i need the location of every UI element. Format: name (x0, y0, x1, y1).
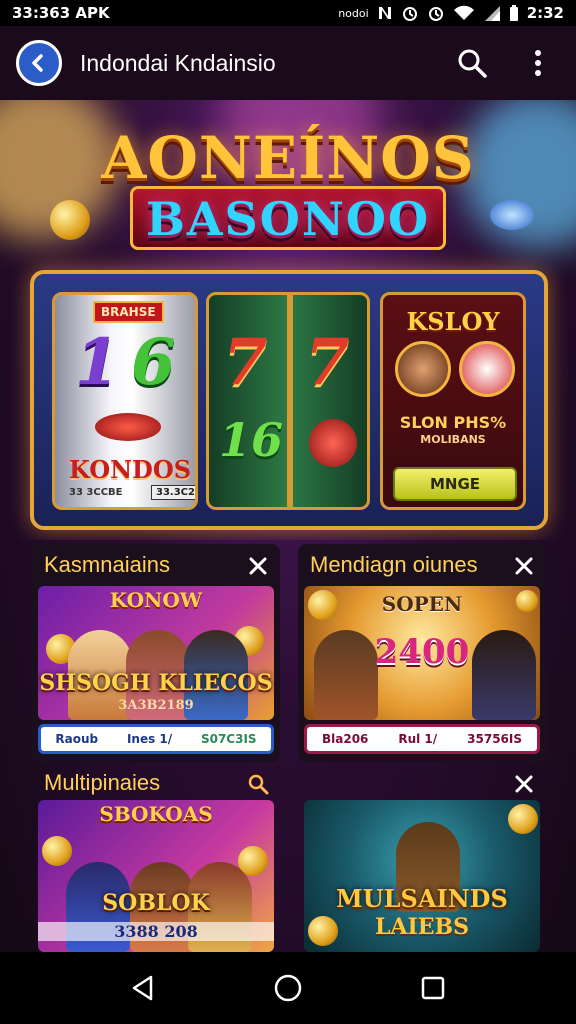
card-footer: Bla206 Rul 1/ 35756IS (304, 724, 540, 754)
close-button[interactable] (246, 554, 270, 578)
nav-home-icon (274, 974, 302, 1002)
nav-back-button[interactable] (119, 964, 167, 1012)
more-options-button[interactable] (516, 41, 560, 85)
reel-symbol: 7 (223, 325, 268, 400)
battery-icon (509, 4, 519, 22)
carrier-label: nodoi (338, 6, 369, 20)
status-icons: nodoi 2:32 (338, 4, 564, 22)
screen: 33:363 APK nodoi 2:32 Indondai Kndainsio… (0, 0, 576, 1024)
slot-machine: BRAHSE 1 6 KONDOS 33 3CCBE 33.3C2 7 7 16… (30, 270, 548, 530)
promo-top: SOPEN (381, 592, 463, 616)
back-button[interactable] (16, 40, 62, 86)
footer-item: Ines 1/ (126, 732, 173, 746)
status-left-text: 33:363 APK (12, 4, 110, 22)
game-thumbnail[interactable]: SBOKOAS SOBLOK 3388 208 (38, 800, 274, 952)
close-icon (515, 775, 533, 793)
search-icon (248, 774, 269, 795)
search-icon (458, 49, 487, 78)
nfc-icon (377, 5, 393, 21)
reel-label: BRAHSE (93, 301, 164, 323)
logo-line-1: AONEÍNOS (101, 124, 475, 192)
wifi-icon (453, 5, 475, 21)
nav-recents-icon (422, 976, 445, 1000)
bonus-title: KSLOY (406, 307, 500, 336)
close-icon (249, 557, 267, 575)
status-bar: 33:363 APK nodoi 2:32 (0, 0, 576, 26)
back-arrow-icon (32, 54, 43, 72)
reel-3-bonus: KSLOY SLON PHS% MOLIBANS MNGE (380, 292, 526, 510)
close-button[interactable] (512, 772, 536, 796)
footer-item: Rul 1/ (398, 732, 438, 746)
close-icon (515, 557, 533, 575)
hero-banner[interactable]: AONEÍNOS BASONOO BRAHSE 1 6 KONDOS 33 3C… (0, 100, 576, 540)
game-card-4[interactable]: MULSAINDS LAIEBS (298, 762, 546, 952)
system-nav-bar (0, 952, 576, 1024)
card-title: Kasmnaiains (44, 552, 170, 577)
search-button[interactable] (246, 772, 270, 796)
promo-sub: 3388 208 (38, 922, 274, 941)
game-thumbnail[interactable]: MULSAINDS LAIEBS (304, 800, 540, 952)
promo-main: MULSAINDS (336, 884, 508, 913)
nav-recents-button[interactable] (409, 964, 457, 1012)
reel-small-badge: 33.3C2 (151, 485, 195, 500)
footer-item: 35756IS (467, 732, 522, 746)
promo-top: SBOKOAS (99, 802, 213, 826)
nav-home-button[interactable] (264, 964, 312, 1012)
promo-sub: 3A3B2189 (118, 698, 194, 713)
reel-1: BRAHSE 1 6 KONDOS 33 3CCBE 33.3C2 (52, 292, 198, 510)
game-card-2[interactable]: Mendiagn oiunes SOPEN 2400 Bla206 Rul 1/… (298, 544, 546, 762)
promo-sub: LAIEBS (374, 914, 470, 940)
footer-item: Raoub (55, 732, 99, 746)
card-title: Multipinaies (44, 770, 161, 795)
fruit-symbol (309, 419, 357, 467)
game-card-3[interactable]: Multipinaies SBOKOAS SOBLOK 3388 208 (32, 762, 280, 952)
promo-main: 2400 (374, 632, 470, 672)
reel-small-text: 33 3CCBE (69, 487, 123, 498)
logo-line-2: BASONOO (145, 192, 431, 246)
reel-symbol: 6 (131, 325, 176, 400)
more-vert-icon (535, 50, 541, 76)
page-title: Indondai Kndainsio (80, 49, 276, 76)
alarm-icon-2 (427, 4, 445, 22)
promo-top: KONOW (109, 588, 203, 612)
clock-time: 2:32 (526, 4, 564, 22)
close-button[interactable] (512, 554, 536, 578)
signal-icon (483, 5, 501, 21)
reel-symbol: 7 (305, 325, 350, 400)
bonus-text: SLON PHS% (399, 413, 507, 432)
character-avatar (395, 341, 451, 397)
bonus-button[interactable]: MNGE (393, 467, 517, 501)
reel-caption: KONDOS (69, 455, 192, 484)
reel-symbol: 1 (75, 325, 120, 400)
reel-symbol: 16 (219, 413, 284, 467)
app-bar: Indondai Kndainsio (0, 26, 576, 100)
game-thumbnail[interactable]: KONOW SHSOGH KLIECOS 3A3B2189 (38, 586, 274, 720)
bonus-subtext: MOLIBANS (420, 433, 486, 446)
footer-item: S07C3IS (200, 732, 257, 746)
nav-back-icon (132, 975, 152, 1001)
promo-main: SOBLOK (102, 890, 210, 916)
card-title: Mendiagn oiunes (310, 552, 478, 577)
character-avatar (459, 341, 515, 397)
search-button[interactable] (450, 41, 494, 85)
card-footer: Raoub Ines 1/ S07C3IS (38, 724, 274, 754)
game-card-1[interactable]: Kasmnaiains KONOW SHSOGH KLIECOS 3A3B218… (32, 544, 280, 762)
promo-main: SHSOGH KLIECOS (39, 670, 273, 696)
gem-symbol (95, 413, 161, 441)
alarm-icon (401, 4, 419, 22)
coin-decoration (42, 836, 72, 866)
game-thumbnail[interactable]: SOPEN 2400 (304, 586, 540, 720)
reel-2: 7 7 16 (206, 292, 370, 510)
coin-decoration (508, 804, 538, 834)
footer-item: Bla206 (321, 732, 369, 746)
reel-divider (287, 295, 293, 507)
